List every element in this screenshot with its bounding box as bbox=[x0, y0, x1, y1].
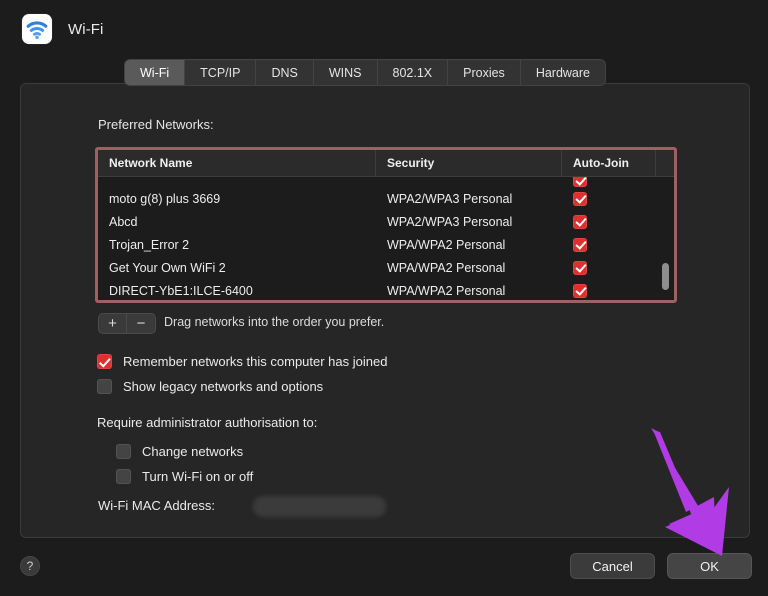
table-row[interactable]: DIRECT-YbE1:ILCE-6400 WPA/WPA2 Personal bbox=[98, 279, 674, 300]
network-add-remove-group[interactable]: + − bbox=[98, 313, 156, 334]
auto-join-checkbox[interactable] bbox=[573, 215, 587, 229]
table-row[interactable]: moto g(8) plus 3669 WPA2/WPA3 Personal bbox=[98, 187, 674, 210]
table-header-row: Network Name Security Auto-Join bbox=[98, 150, 674, 177]
auto-join-checkbox[interactable] bbox=[573, 177, 587, 187]
checkbox-label: Show legacy networks and options bbox=[123, 379, 323, 394]
mac-address-label: Wi-Fi MAC Address: bbox=[98, 498, 215, 513]
cell-network-name: DIRECT-YbE1:ILCE-6400 bbox=[98, 284, 376, 298]
window-titlebar: Wi-Fi bbox=[0, 0, 768, 58]
auto-join-checkbox[interactable] bbox=[573, 261, 587, 275]
cell-auto-join[interactable] bbox=[562, 238, 656, 252]
preferred-networks-label: Preferred Networks: bbox=[98, 117, 214, 132]
cell-security: WPA2/WPA3 Personal bbox=[376, 215, 562, 229]
drag-hint-text: Drag networks into the order you prefer. bbox=[164, 315, 384, 329]
cell-network-name: Abcd bbox=[98, 215, 376, 229]
help-button[interactable]: ? bbox=[20, 556, 40, 576]
column-header-network-name[interactable]: Network Name bbox=[98, 150, 376, 176]
cell-security: WPA/WPA2 Personal bbox=[376, 284, 562, 298]
tab-dns[interactable]: DNS bbox=[256, 60, 313, 85]
tab-proxies[interactable]: Proxies bbox=[448, 60, 521, 85]
column-header-security[interactable]: Security bbox=[376, 150, 562, 176]
checkbox-box[interactable] bbox=[116, 469, 131, 484]
checkbox-turn-wifi-on-off[interactable]: Turn Wi-Fi on or off bbox=[116, 469, 253, 484]
checkbox-box[interactable] bbox=[97, 379, 112, 394]
column-header-spacer bbox=[656, 150, 674, 176]
table-row-partial[interactable] bbox=[98, 177, 674, 187]
table-scrollbar[interactable] bbox=[660, 177, 672, 300]
cell-network-name: moto g(8) plus 3669 bbox=[98, 192, 376, 206]
settings-tabbar[interactable]: Wi-Fi TCP/IP DNS WINS 802.1X Proxies Har… bbox=[124, 59, 606, 86]
cell-network-name: Trojan_Error 2 bbox=[98, 238, 376, 252]
table-body[interactable]: moto g(8) plus 3669 WPA2/WPA3 Personal A… bbox=[98, 177, 674, 300]
add-network-button[interactable]: + bbox=[99, 314, 127, 333]
wifi-settings-panel: Preferred Networks: Network Name Securit… bbox=[20, 83, 750, 538]
checkbox-label: Turn Wi-Fi on or off bbox=[142, 469, 253, 484]
wifi-icon bbox=[22, 14, 52, 44]
cell-network-name: Get Your Own WiFi 2 bbox=[98, 261, 376, 275]
cell-security: WPA/WPA2 Personal bbox=[376, 238, 562, 252]
cell-security: WPA/WPA2 Personal bbox=[376, 261, 562, 275]
page-title: Wi-Fi bbox=[68, 21, 103, 38]
cell-auto-join[interactable] bbox=[562, 192, 656, 206]
cell-auto-join[interactable] bbox=[562, 284, 656, 298]
cell-auto-join[interactable] bbox=[562, 261, 656, 275]
column-header-auto-join[interactable]: Auto-Join bbox=[562, 150, 656, 176]
cell-security: WPA2/WPA3 Personal bbox=[376, 192, 562, 206]
table-row[interactable]: Trojan_Error 2 WPA/WPA2 Personal bbox=[98, 233, 674, 256]
checkbox-box[interactable] bbox=[116, 444, 131, 459]
table-row[interactable]: Get Your Own WiFi 2 WPA/WPA2 Personal bbox=[98, 256, 674, 279]
checkbox-remember-networks[interactable]: Remember networks this computer has join… bbox=[97, 354, 387, 369]
ok-button[interactable]: OK bbox=[667, 553, 752, 579]
checkbox-label: Remember networks this computer has join… bbox=[123, 354, 387, 369]
remove-network-button[interactable]: − bbox=[127, 314, 155, 333]
cell-auto-join[interactable] bbox=[562, 215, 656, 229]
table-row[interactable]: Abcd WPA2/WPA3 Personal bbox=[98, 210, 674, 233]
tab-hardware[interactable]: Hardware bbox=[521, 60, 605, 85]
mac-address-value bbox=[253, 496, 386, 517]
preferred-networks-table[interactable]: Network Name Security Auto-Join moto g(8… bbox=[95, 147, 677, 303]
tab-wifi[interactable]: Wi-Fi bbox=[125, 60, 185, 85]
scrollbar-thumb[interactable] bbox=[662, 263, 669, 290]
tab-8021x[interactable]: 802.1X bbox=[378, 60, 449, 85]
auto-join-checkbox[interactable] bbox=[573, 284, 587, 298]
auto-join-checkbox[interactable] bbox=[573, 238, 587, 252]
tab-wins[interactable]: WINS bbox=[314, 60, 378, 85]
admin-authorisation-label: Require administrator authorisation to: bbox=[97, 415, 317, 430]
checkbox-label: Change networks bbox=[142, 444, 243, 459]
cancel-button[interactable]: Cancel bbox=[570, 553, 655, 579]
auto-join-checkbox[interactable] bbox=[573, 192, 587, 206]
checkbox-box[interactable] bbox=[97, 354, 112, 369]
checkbox-change-networks[interactable]: Change networks bbox=[116, 444, 243, 459]
tab-tcpip[interactable]: TCP/IP bbox=[185, 60, 256, 85]
checkbox-show-legacy-networks[interactable]: Show legacy networks and options bbox=[97, 379, 323, 394]
cell-auto-join[interactable] bbox=[562, 177, 656, 187]
